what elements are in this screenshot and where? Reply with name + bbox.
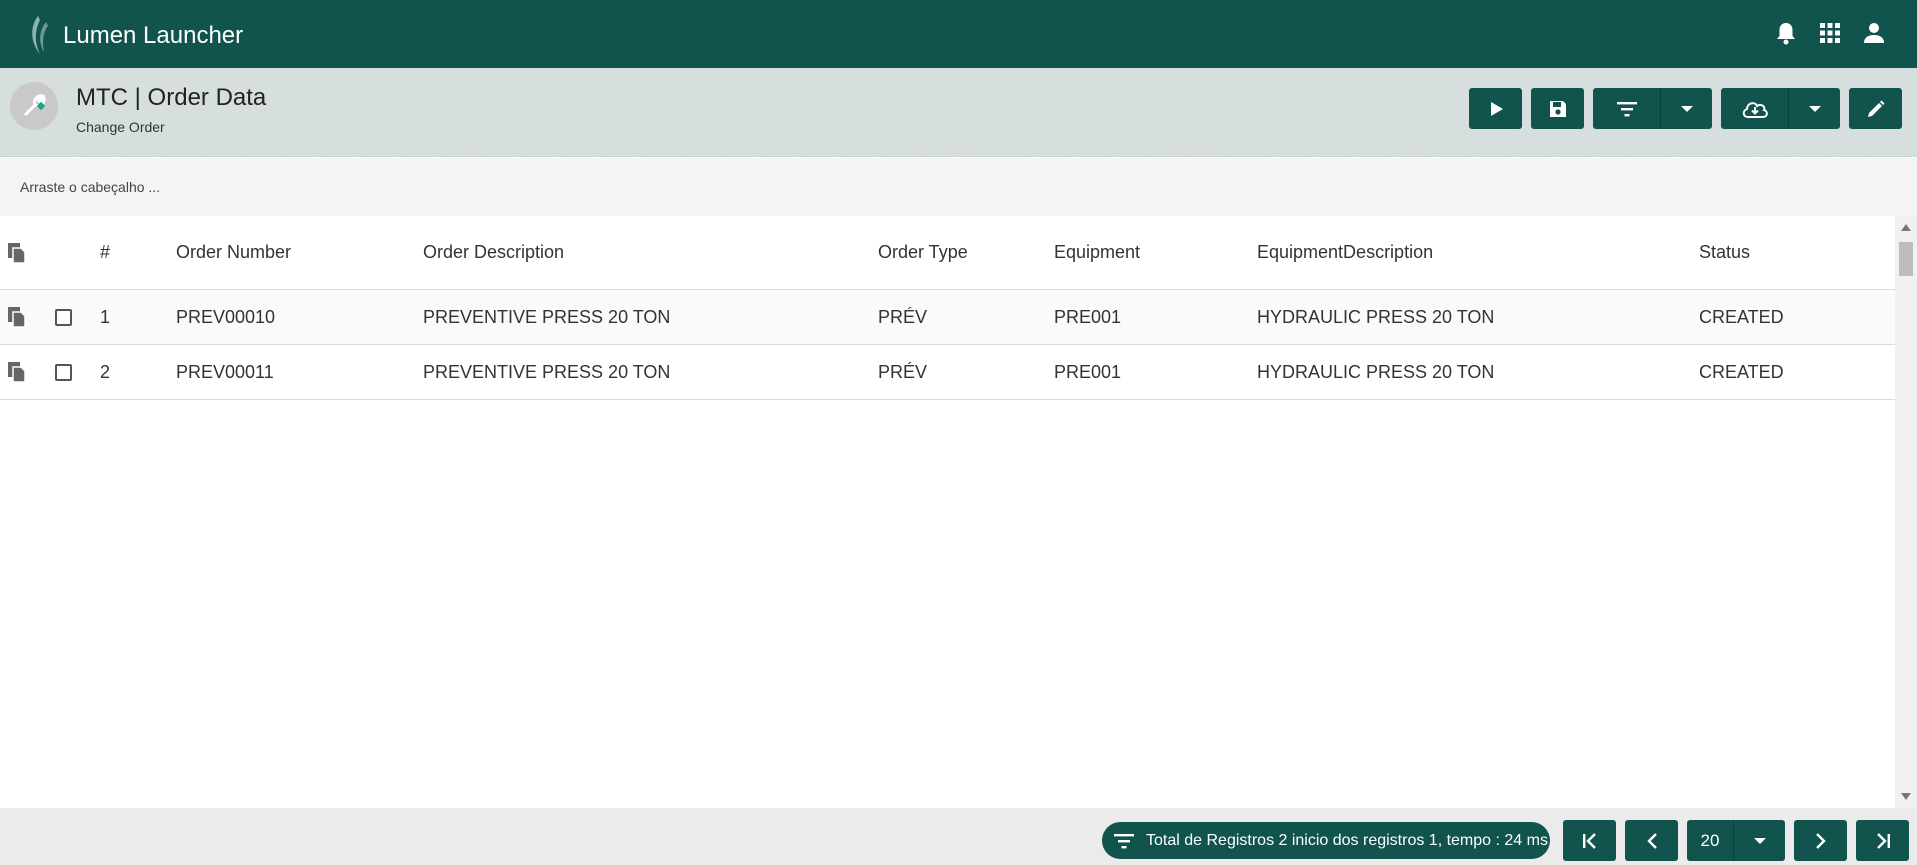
page-header: MTC | Order Data Change Order [0,68,1917,157]
app-bar: Lumen Launcher [0,0,1917,68]
page-title: MTC | Order Data [76,84,267,111]
last-page-icon [1876,832,1890,849]
group-hint: Arraste o cabeçalho ... [20,179,161,195]
chevron-down-icon [1753,837,1766,844]
group-drop-area[interactable]: Arraste o cabeçalho ... [0,158,1917,216]
prev-page-button[interactable] [1625,820,1678,861]
filter-icon [1616,101,1637,116]
filter-icon [1112,829,1136,853]
export-dropdown-button[interactable] [1788,88,1840,129]
bell-icon[interactable] [1773,20,1799,46]
records-status-text: Total de Registros 2 inicio dos registro… [1146,831,1548,849]
chevron-down-icon [1680,105,1693,112]
row-checkbox[interactable] [55,290,72,344]
page-size-select: 20 [1687,820,1785,861]
edit-button[interactable] [1849,88,1902,129]
cell-status: CREATED [1699,306,1784,327]
apps-grid-icon[interactable] [1817,20,1843,46]
row-checkbox[interactable] [55,345,72,399]
save-icon [1549,100,1566,117]
cell-num: 1 [100,306,111,327]
col-header-status[interactable]: Status [1699,216,1750,289]
cell-order-type: PRÉV [878,306,928,327]
cell-order-number: PREV00011 [176,361,274,382]
grid-header-row: # Order Number Order Description Order T… [0,216,1895,290]
export-split-button [1721,88,1840,129]
table-row[interactable]: 1 PREV00010 PREVENTIVE PRESS 20 TON PRÉV… [0,290,1895,345]
cell-status: CREATED [1699,361,1784,382]
copy-all-icon[interactable] [6,216,28,289]
cell-order-type: PRÉV [878,361,928,382]
save-button[interactable] [1531,88,1584,129]
filter-button[interactable] [1593,88,1660,129]
page-subtitle: Change Order [76,119,165,135]
cell-equipment: PRE001 [1054,361,1122,382]
copy-row-icon[interactable] [6,345,28,399]
wrench-icon [10,82,58,130]
run-button[interactable] [1469,88,1522,129]
footer-bar: Total de Registros 2 inicio dos registro… [0,808,1917,865]
cloud-download-icon [1742,101,1768,118]
col-header-num[interactable]: # [100,216,110,289]
records-status: Total de Registros 2 inicio dos registro… [1102,822,1550,859]
next-page-button[interactable] [1794,820,1847,861]
chevron-right-icon [1815,832,1826,849]
cell-equipment-description: HYDRAULIC PRESS 20 TON [1257,361,1495,382]
data-grid: # Order Number Order Description Order T… [0,216,1895,808]
chevron-down-icon [1808,105,1821,112]
edit-icon [1867,100,1884,117]
col-header-equipment[interactable]: Equipment [1054,216,1140,289]
cell-order-number: PREV00010 [176,306,276,327]
cloud-download-button[interactable] [1721,88,1788,129]
app-title: Lumen Launcher [63,22,244,49]
scroll-up-icon[interactable] [1901,224,1911,231]
page-size-dropdown[interactable] [1733,820,1785,861]
page-size-value[interactable]: 20 [1687,820,1733,861]
col-header-equipment-description[interactable]: EquipmentDescription [1257,216,1433,289]
scroll-down-icon[interactable] [1901,793,1911,800]
chevron-left-icon [1646,832,1657,849]
cell-equipment-description: HYDRAULIC PRESS 20 TON [1257,306,1495,327]
cell-order-description: PREVENTIVE PRESS 20 TON [423,361,671,382]
scroll-thumb[interactable] [1899,242,1913,276]
first-page-icon [1582,832,1596,849]
app-logo-icon [26,14,50,56]
first-page-button[interactable] [1563,820,1616,861]
filter-split-button [1593,88,1712,129]
filter-dropdown-button[interactable] [1660,88,1712,129]
table-row[interactable]: 2 PREV00011 PREVENTIVE PRESS 20 TON PRÉV… [0,345,1895,400]
col-header-order-description[interactable]: Order Description [423,216,564,289]
copy-row-icon[interactable] [6,290,28,344]
vertical-scrollbar[interactable] [1895,216,1917,808]
cell-order-description: PREVENTIVE PRESS 20 TON [423,306,671,327]
play-icon [1490,101,1503,116]
col-header-order-type[interactable]: Order Type [878,216,968,289]
pagination: 20 [1563,820,1909,861]
cell-equipment: PRE001 [1054,306,1122,327]
col-header-order-number[interactable]: Order Number [176,216,291,289]
cell-num: 2 [100,361,111,382]
toolbar [1469,88,1902,129]
user-icon[interactable] [1861,20,1887,46]
last-page-button[interactable] [1856,820,1909,861]
